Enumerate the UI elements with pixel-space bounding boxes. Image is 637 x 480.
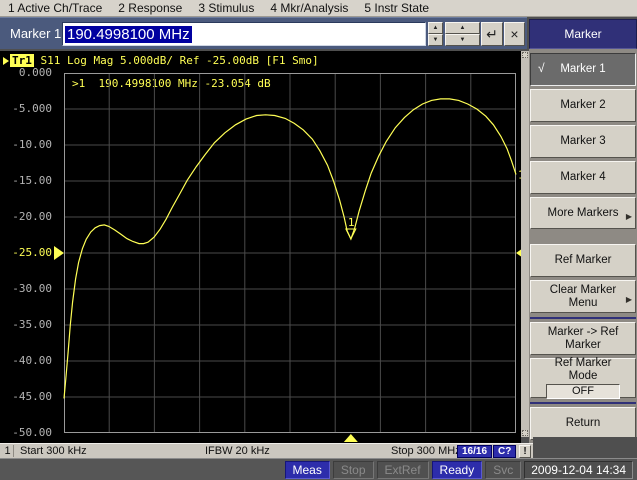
y-axis-label: -25.00 <box>12 246 52 259</box>
softkey-menu-title: Marker <box>529 19 637 49</box>
softkey-marker-ref-marker[interactable]: Marker -> Ref Marker <box>530 322 636 356</box>
status-badge-meas: Meas <box>284 460 330 479</box>
y-axis-label: -35.00 <box>12 318 52 331</box>
softkey-label: More Markers <box>547 206 619 219</box>
softkey-label: Marker 3 <box>560 134 606 147</box>
corner-filler <box>533 437 637 458</box>
softkey-label: Marker 1 <box>560 62 606 75</box>
graph-area: Tr1 S11 Log Mag 5.000dB/ Ref -25.00dB [F… <box>0 51 526 443</box>
y-axis-label: -15.00 <box>12 174 52 187</box>
softkey-group-separator <box>530 402 636 405</box>
y-axis-label: -45.00 <box>12 390 52 403</box>
marker-frequency-value: 190.4998100 MHz <box>65 25 192 43</box>
softkey-gap <box>530 232 636 244</box>
softkey-label: Ref Marker Mode <box>554 357 612 383</box>
datetime-display: 2009-12-04 14:34 <box>524 460 633 479</box>
softkey-label: Clear Marker Menu <box>549 283 617 309</box>
y-axis-label: 0.000 <box>18 66 52 79</box>
step-down-small-button[interactable]: ▼ <box>428 34 443 46</box>
trace-settings-text: S11 Log Mag 5.000dB/ Ref -25.00dB [F1 Sm… <box>33 54 319 67</box>
marker-1-number: 1 <box>348 216 355 229</box>
status-badge-stop: Stop <box>332 460 374 479</box>
scroll-down-nub[interactable] <box>522 430 528 436</box>
softkey-return[interactable]: Return <box>530 407 636 440</box>
enter-button[interactable]: ↵ <box>481 22 503 46</box>
menu-item-2-response[interactable]: 2 Response <box>118 1 182 15</box>
softkey-label: Marker 2 <box>560 98 606 111</box>
y-axis-label: -50.00 <box>12 426 52 439</box>
alert-icon: ! <box>519 445 531 458</box>
softkey-menu: √ Marker 1 Marker 2 Marker 3 Marker 4 More Ma… <box>529 49 637 443</box>
s11-trace-plot: 11 <box>54 73 526 442</box>
channel-number: 1 <box>2 445 14 457</box>
menu-item-1-active-ch-trace[interactable]: 1 Active Ch/Trace <box>8 1 102 15</box>
start-frequency: Start 300 kHz <box>20 445 87 457</box>
y-axis-label: -10.00 <box>12 138 52 151</box>
softkey-marker-1[interactable]: √ Marker 1 <box>530 53 636 86</box>
step-up-button[interactable]: ▲ <box>445 22 480 34</box>
softkey-ref-marker[interactable]: Ref Marker <box>530 244 636 278</box>
close-entry-button[interactable]: × <box>504 22 525 46</box>
check-icon: √ <box>538 61 545 75</box>
marker-entry-label: Marker 1 <box>10 26 62 41</box>
fine-stepper: ▲ ▼ <box>428 22 443 46</box>
active-trace-icon <box>3 56 9 65</box>
softkey-marker-3[interactable]: Marker 3 <box>530 124 636 158</box>
status-badge-extref: ExtRef <box>376 460 429 479</box>
ifbw-readout: IFBW 20 kHz <box>205 445 270 457</box>
status-bar: 1 Start 300 kHz IFBW 20 kHz Stop 300 MHz… <box>0 443 533 458</box>
step-down-button[interactable]: ▼ <box>445 34 480 46</box>
sweep-points-badge: 16/16 <box>457 445 493 458</box>
softkey-label: Marker 4 <box>560 170 606 183</box>
ref-level-left-icon <box>54 246 64 260</box>
softkey-label: Marker -> Ref Marker <box>547 325 619 351</box>
menu-item-4-mkr-analysis[interactable]: 4 Mkr/Analysis <box>270 1 348 15</box>
menu-item-5-instr-state[interactable]: 5 Instr State <box>364 1 429 15</box>
softkey-group-separator <box>530 317 636 320</box>
marker-frequency-input[interactable]: 190.4998100 MHz <box>62 22 426 46</box>
softkey-label: Ref Marker <box>554 254 612 267</box>
y-axis-label: -20.00 <box>12 210 52 223</box>
softkey-clear-marker-menu[interactable]: Clear Marker Menu ▶ <box>530 280 636 314</box>
softkey-marker-2[interactable]: Marker 2 <box>530 88 636 122</box>
status-badge-svc: Svc <box>485 460 522 479</box>
menu-bar: 1 Active Ch/Trace 2 Response 3 Stimulus 4 M… <box>0 0 637 17</box>
marker-stimulus-icon[interactable] <box>343 434 358 442</box>
calibration-badge: C? <box>493 445 517 458</box>
y-axis-label: -30.00 <box>12 282 52 295</box>
stop-frequency: Stop 300 MHz <box>391 445 461 457</box>
marker-entry-toolbar: Marker 1 190.4998100 MHz ▲ ▼ ▲ ▼ ↵ × <box>0 17 527 49</box>
softkey-ref-marker-mode[interactable]: Ref Marker Mode OFF <box>530 357 636 400</box>
y-axis-label: -5.000 <box>12 102 52 115</box>
vna-screen: 1 Active Ch/Trace 2 Response 3 Stimulus 4 M… <box>0 0 637 480</box>
softkey-more-markers[interactable]: More Markers ▶ <box>530 196 636 230</box>
menu-item-3-stimulus[interactable]: 3 Stimulus <box>198 1 254 15</box>
softkey-label: Return <box>565 417 601 430</box>
softkey-scrollbar[interactable] <box>521 51 529 437</box>
instrument-taskbar: Meas Stop ExtRef Ready Svc 2009-12-04 14:34 <box>0 458 637 480</box>
coarse-stepper: ▲ ▼ <box>445 22 480 46</box>
submenu-arrow-icon: ▶ <box>625 295 632 305</box>
status-badge-ready: Ready <box>431 460 483 479</box>
y-axis-label: -40.00 <box>12 354 52 367</box>
step-up-small-button[interactable]: ▲ <box>428 22 443 34</box>
softkey-marker-4[interactable]: Marker 4 <box>530 160 636 194</box>
toggle-state-value: OFF <box>546 384 620 400</box>
submenu-arrow-icon: ▶ <box>625 211 632 221</box>
scroll-up-nub[interactable] <box>522 52 528 58</box>
